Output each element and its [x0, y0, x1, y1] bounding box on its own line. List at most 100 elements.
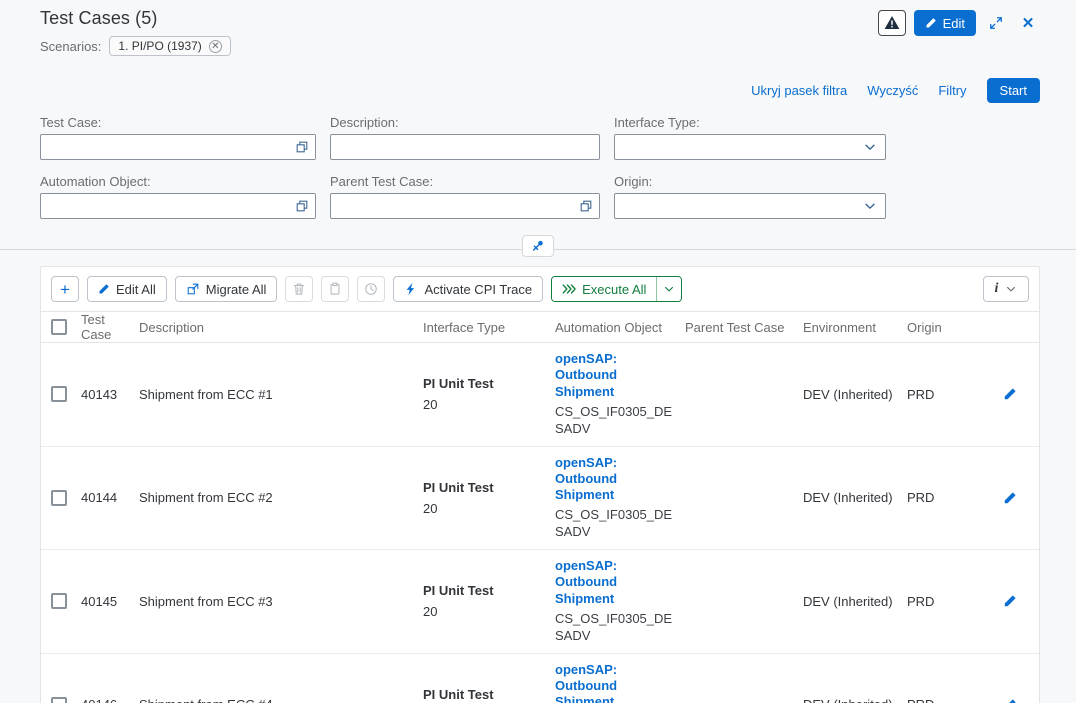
trash-icon [292, 282, 306, 296]
test-case-description: Shipment from ECC #3 [139, 594, 423, 609]
filter-field-parent-test-case: Parent Test Case: [330, 174, 600, 219]
row-checkbox[interactable] [51, 697, 67, 703]
automation-object-input[interactable] [40, 193, 316, 219]
expand-button[interactable] [984, 10, 1008, 36]
automation-object-id: CS_OS_IF0305_DESADV [555, 611, 677, 645]
table-body: 40143 Shipment from ECC #1 PI Unit Test … [41, 343, 1039, 703]
pencil-icon [1003, 387, 1017, 401]
interface-type-version: 20 [423, 604, 547, 619]
filter-label-parent-test-case: Parent Test Case: [330, 174, 600, 189]
delete-button[interactable] [285, 276, 313, 302]
history-button[interactable] [357, 276, 385, 302]
automation-object-cell: openSAP: Outbound Shipment CS_OS_IF0305_… [555, 558, 685, 645]
origin-cell: PRD [907, 594, 993, 609]
filter-label-automation-object: Automation Object: [40, 174, 316, 189]
interface-type-cell: PI Unit Test 20 [423, 376, 555, 412]
table-row: 40144 Shipment from ECC #2 PI Unit Test … [41, 447, 1039, 551]
value-help-icon[interactable] [289, 194, 315, 218]
hide-filter-bar-link[interactable]: Ukryj pasek filtra [751, 83, 847, 98]
automation-object-link[interactable]: openSAP: Outbound Shipment [555, 455, 677, 504]
test-cases-page: Test Cases (5) Scenarios: 1. PI/PO (1937… [0, 0, 1076, 703]
row-checkbox[interactable] [51, 386, 67, 402]
filter-field-description: Description: [330, 115, 600, 160]
close-button[interactable]: ✕ [1016, 10, 1040, 36]
row-edit-button[interactable] [993, 698, 1035, 703]
environment-cell: DEV (Inherited) [803, 387, 907, 402]
origin-select[interactable] [614, 193, 886, 219]
start-button[interactable]: Start [987, 78, 1040, 103]
chevron-down-icon [1005, 283, 1017, 295]
interface-type-cell: PI Unit Test 20 [423, 583, 555, 619]
row-checkbox[interactable] [51, 490, 67, 506]
value-help-icon[interactable] [289, 135, 315, 159]
col-environment: Environment [803, 320, 907, 335]
scenario-token: 1. PI/PO (1937) ✕ [109, 36, 230, 56]
clear-link[interactable]: Wyczyść [867, 83, 918, 98]
info-button[interactable]: i [983, 276, 1029, 302]
token-remove-icon[interactable]: ✕ [209, 40, 222, 53]
select-all-checkbox[interactable] [51, 319, 67, 335]
interface-type-name: PI Unit Test [423, 583, 547, 598]
row-edit-button[interactable] [993, 491, 1035, 505]
parent-test-case-input[interactable] [330, 193, 600, 219]
filter-label-interface-type: Interface Type: [614, 115, 886, 130]
filter-label-description: Description: [330, 115, 600, 130]
pencil-icon [98, 283, 110, 295]
header-left: Test Cases (5) Scenarios: 1. PI/PO (1937… [40, 8, 231, 56]
value-help-icon[interactable] [573, 194, 599, 218]
filter-label-origin: Origin: [614, 174, 886, 189]
add-button[interactable]: + [51, 276, 79, 302]
col-interface-type: Interface Type [423, 320, 555, 335]
pin-button[interactable] [522, 235, 554, 257]
origin-cell: PRD [907, 387, 993, 402]
filter-bar: Test Case: Description: Interface Type: … [40, 115, 1040, 219]
execute-all-menu-button[interactable] [656, 277, 681, 301]
automation-object-link[interactable]: openSAP: Outbound Shipment [555, 558, 677, 607]
test-case-id: 40145 [81, 594, 139, 609]
info-icon: i [995, 281, 999, 297]
col-test-case: Test Case [81, 312, 139, 342]
automation-object-cell: openSAP: Outbound Shipment CS_OS_IF0305_… [555, 455, 685, 542]
scenario-token-label: 1. PI/PO (1937) [118, 39, 201, 53]
pencil-icon [1003, 594, 1017, 608]
test-case-input[interactable] [40, 134, 316, 160]
test-cases-panel: + Edit All Migrate All Activate CPI Trac… [40, 266, 1040, 703]
row-edit-button[interactable] [993, 387, 1035, 401]
copy-button[interactable] [321, 276, 349, 302]
row-checkbox[interactable] [51, 593, 67, 609]
interface-type-cell: PI Unit Test 20 [423, 480, 555, 516]
filter-field-automation-object: Automation Object: [40, 174, 316, 219]
migrate-icon [186, 282, 200, 296]
test-case-description: Shipment from ECC #1 [139, 387, 423, 402]
environment-cell: DEV (Inherited) [803, 594, 907, 609]
activate-cpi-trace-button[interactable]: Activate CPI Trace [393, 276, 543, 302]
edit-button[interactable]: Edit [914, 10, 976, 36]
chevron-down-icon [663, 283, 675, 295]
clipboard-icon [328, 282, 342, 296]
automation-object-id: CS_OS_IF0305_DESADV [555, 404, 677, 438]
row-edit-button[interactable] [993, 594, 1035, 608]
clock-icon [364, 282, 378, 296]
warning-icon [884, 15, 900, 31]
interface-type-cell: PI Unit Test 20 [423, 687, 555, 703]
description-input[interactable] [330, 134, 600, 160]
environment-cell: DEV (Inherited) [803, 697, 907, 703]
interface-type-select[interactable] [614, 134, 886, 160]
automation-object-link[interactable]: openSAP: Outbound Shipment [555, 351, 677, 400]
edit-all-button[interactable]: Edit All [87, 276, 167, 302]
pencil-icon [925, 17, 937, 29]
execute-all-button[interactable]: Execute All [552, 277, 656, 301]
migrate-all-button[interactable]: Migrate All [175, 276, 278, 302]
filter-actions: Ukryj pasek filtra Wyczyść Filtry Start [40, 78, 1040, 103]
warning-button[interactable] [878, 10, 906, 36]
filters-link[interactable]: Filtry [938, 83, 966, 98]
scenarios-row: Scenarios: 1. PI/PO (1937) ✕ [40, 36, 231, 56]
automation-object-cell: openSAP: Outbound Shipment CS_OS_IF0305_… [555, 351, 685, 438]
interface-type-version: 20 [423, 501, 547, 516]
test-case-description: Shipment from ECC #2 [139, 490, 423, 505]
chevron-down-icon [863, 199, 877, 213]
col-parent-test-case: Parent Test Case [685, 320, 803, 335]
automation-object-link[interactable]: openSAP: Outbound Shipment [555, 662, 677, 703]
test-case-id: 40146 [81, 697, 139, 703]
filter-field-test-case: Test Case: [40, 115, 316, 160]
